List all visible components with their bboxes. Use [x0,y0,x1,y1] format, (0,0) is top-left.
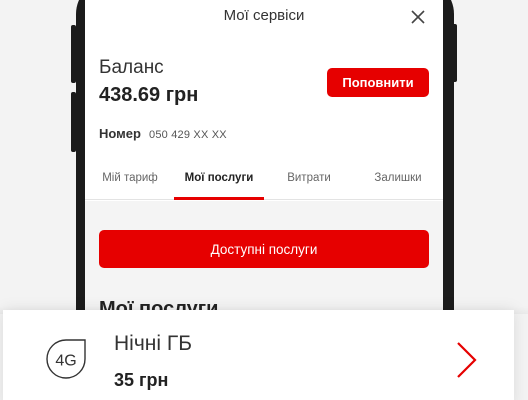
tab-expenses[interactable]: Витрати [264,172,354,184]
sheet-header: Мої сервіси [85,0,443,34]
chevron-right-icon[interactable] [450,340,480,380]
4g-icon-text: 4G [55,353,76,370]
tab-balances[interactable]: Залишки [353,172,443,184]
available-services-button[interactable]: Доступні послуги [99,230,429,268]
close-icon[interactable] [409,8,427,26]
4g-drop-icon: 4G [45,338,87,380]
phone-volume-down-button [71,92,76,152]
sheet-title: Мої сервіси [223,7,305,24]
balance-value: 438.69 грн [99,84,199,106]
balance-label: Баланс [99,57,164,78]
number-value: 050 429 XX XX [149,129,227,141]
service-price: 35 грн [114,370,169,390]
phone-volume-up-button [71,25,76,83]
app-stage: Мої сервіси Баланс 438.69 грн Поповнити … [0,0,528,400]
service-title: Нічні ГБ [114,332,193,355]
topup-button[interactable]: Поповнити [327,68,429,97]
tab-bar: Мій тариф Мої послуги Витрати Залишки [85,162,443,200]
number-label: Номер [99,126,141,141]
phone-power-button [452,24,457,82]
service-card[interactable]: 4G Нічні ГБ 35 грн [3,310,514,400]
tab-my-services[interactable]: Мої послуги [174,172,264,184]
active-tab-indicator [174,197,264,200]
tab-my-tariff[interactable]: Мій тариф [85,172,175,184]
